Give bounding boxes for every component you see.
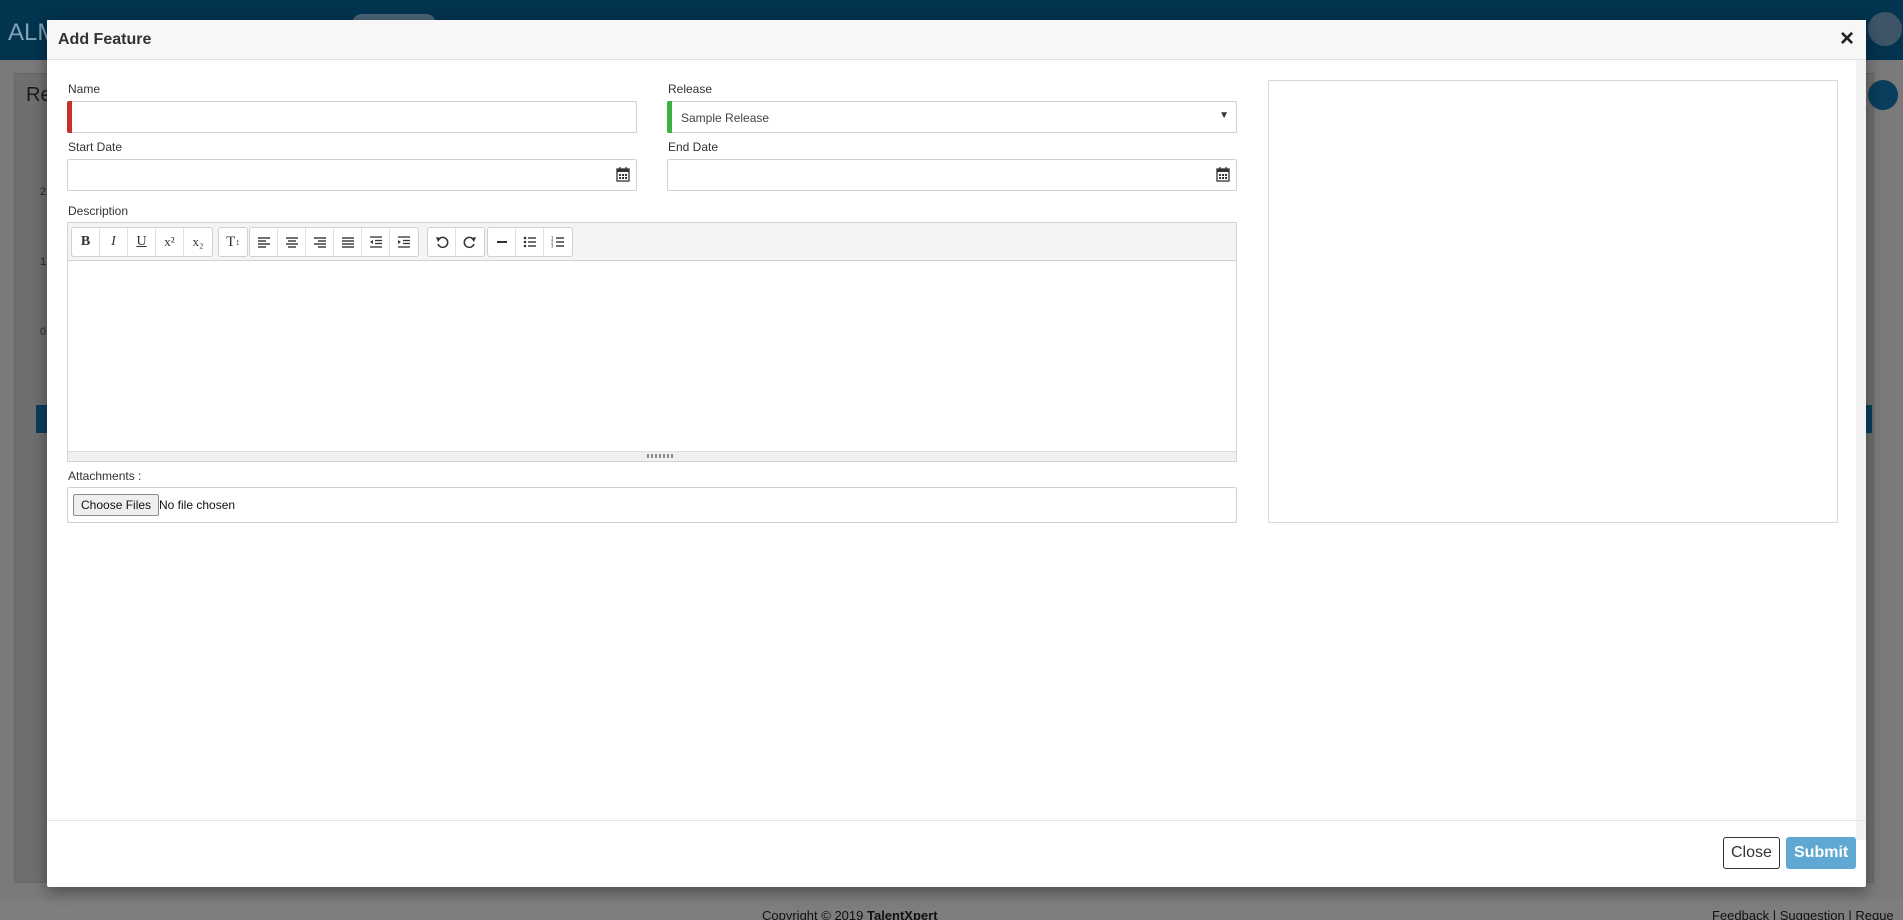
submit-button[interactable]: Submit: [1786, 837, 1857, 869]
redo-icon[interactable]: [456, 228, 484, 256]
calendar-icon[interactable]: [1216, 167, 1230, 182]
release-label: Release: [668, 82, 713, 96]
modal-header: Add Feature ×: [47, 20, 1866, 60]
start-date-input[interactable]: [67, 159, 637, 191]
user-avatar: [1868, 12, 1902, 46]
background-tick: 2: [40, 186, 47, 198]
release-selected-value: Sample Release: [681, 111, 770, 125]
editor-toolbar: B I U x² x₂ T ↕ 1 2 3: [68, 223, 1236, 261]
modal-title: Add Feature: [58, 31, 152, 48]
size-group: T ↕: [218, 227, 248, 257]
undo-icon[interactable]: [428, 228, 456, 256]
superscript-icon[interactable]: x²: [156, 228, 184, 256]
align-left-icon[interactable]: [250, 228, 278, 256]
format-group: B I U x² x₂: [71, 227, 213, 257]
choose-files-button[interactable]: Choose Files: [73, 494, 160, 516]
outdent-icon[interactable]: [362, 228, 390, 256]
chart-icon: [1868, 80, 1898, 110]
insert-group: 123: [487, 227, 573, 257]
modal-footer: Close Submit: [47, 820, 1866, 887]
align-right-icon[interactable]: [306, 228, 334, 256]
app-footer: [0, 900, 1903, 920]
description-label: Description: [68, 204, 129, 218]
history-group: [427, 227, 485, 257]
bold-icon[interactable]: B: [72, 228, 100, 256]
description-textarea[interactable]: [68, 261, 1236, 453]
align-group: [249, 227, 419, 257]
bullet-list-icon[interactable]: [516, 228, 544, 256]
calendar-icon[interactable]: [616, 167, 630, 182]
close-button[interactable]: Close: [1723, 837, 1780, 869]
name-input[interactable]: [67, 101, 637, 133]
end-date-label: End Date: [668, 140, 719, 154]
valid-indicator: [667, 101, 672, 133]
attachments-label: Attachments :: [68, 469, 142, 483]
indent-icon[interactable]: [390, 228, 418, 256]
underline-icon[interactable]: U: [128, 228, 156, 256]
horizontal-rule-icon[interactable]: [488, 228, 516, 256]
file-status: No file chosen: [159, 498, 236, 512]
start-date-label: Start Date: [68, 140, 123, 154]
description-editor: B I U x² x₂ T ↕ 1 2 3: [67, 222, 1237, 462]
footer-links: Feedback | Suggestion | Reque: [1712, 908, 1894, 920]
footer-copyright: Copyright © 2019 TalentXpert: [762, 908, 938, 920]
close-icon[interactable]: ×: [1840, 26, 1854, 52]
svg-text:3: 3: [551, 244, 554, 249]
background-tick: 1: [40, 256, 47, 268]
editor-resize-handle[interactable]: [68, 451, 1236, 461]
release-select[interactable]: Sample Release ▼: [667, 101, 1237, 133]
add-feature-modal: Add Feature × Name Release Sample Releas…: [47, 20, 1866, 887]
attachments-input: Choose Files No file chosen: [67, 487, 1237, 523]
background-tick: 0: [40, 326, 47, 338]
end-date-input[interactable]: [667, 159, 1237, 191]
required-indicator: [67, 101, 72, 133]
modal-scrollbar[interactable]: [1856, 60, 1866, 840]
justify-icon[interactable]: [334, 228, 362, 256]
name-label: Name: [68, 82, 101, 96]
numbered-list-icon[interactable]: 123: [544, 228, 572, 256]
italic-icon[interactable]: I: [100, 228, 128, 256]
text-size-icon[interactable]: T ↕: [219, 228, 247, 256]
grip-icon: [647, 454, 673, 458]
caret-down-icon: ▼: [1219, 110, 1229, 121]
preview-panel: [1268, 80, 1838, 523]
align-center-icon[interactable]: [278, 228, 306, 256]
subscript-icon[interactable]: x₂: [184, 228, 212, 256]
